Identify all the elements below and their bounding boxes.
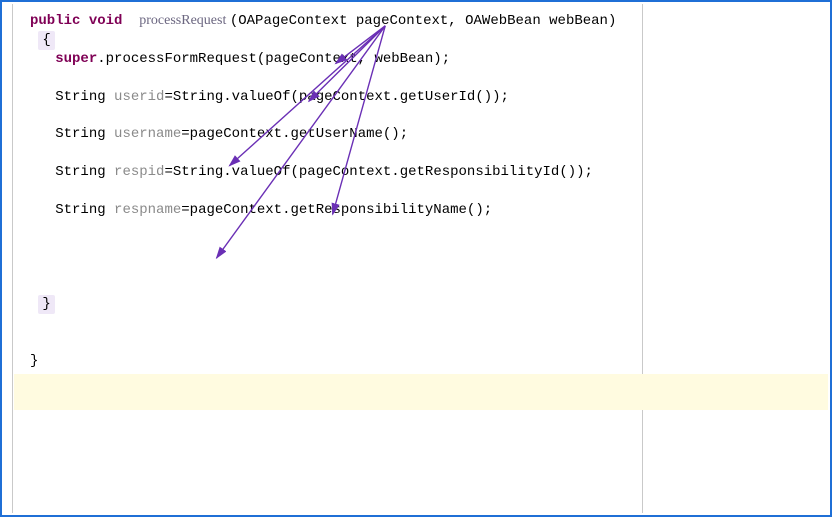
code-block: public void processRequest (OAPageContex… — [30, 12, 802, 371]
rest-userid: =String.valueOf(pageContext.getUserId())… — [164, 89, 508, 105]
open-brace: { — [38, 31, 54, 50]
param2-type: OAWebBean — [465, 13, 541, 29]
super-rest: .processFormRequest(pageContext, webBean… — [97, 51, 450, 67]
close-brace-outer: } — [30, 353, 38, 369]
keyword-super: super — [55, 51, 97, 67]
type-respname: String — [55, 202, 105, 218]
code-screenshot-frame: public void processRequest (OAPageContex… — [0, 0, 832, 517]
type-respid: String — [55, 164, 105, 180]
code-area: public void processRequest (OAPageContex… — [10, 8, 822, 509]
var-respid: respid — [114, 164, 164, 180]
param1-name: pageContext — [356, 13, 448, 29]
var-username: username — [114, 126, 181, 142]
rest-respname: =pageContext.getResponsibilityName(); — [181, 202, 492, 218]
type-userid: String — [55, 89, 105, 105]
param1-type: OAPageContext — [238, 13, 347, 29]
param2-name: webBean — [549, 13, 608, 29]
type-username: String — [55, 126, 105, 142]
var-respname: respname — [114, 202, 181, 218]
close-brace-inner: } — [38, 295, 54, 314]
params-close: ) — [608, 13, 616, 29]
method-name: processRequest — [139, 13, 226, 28]
keyword-void: void — [89, 13, 123, 29]
var-userid: userid — [114, 89, 164, 105]
params-open: ( — [230, 13, 238, 29]
rest-respid: =String.valueOf(pageContext.getResponsib… — [164, 164, 592, 180]
rest-username: =pageContext.getUserName(); — [181, 126, 408, 142]
keyword-public: public — [30, 13, 80, 29]
comma: , — [448, 13, 456, 29]
